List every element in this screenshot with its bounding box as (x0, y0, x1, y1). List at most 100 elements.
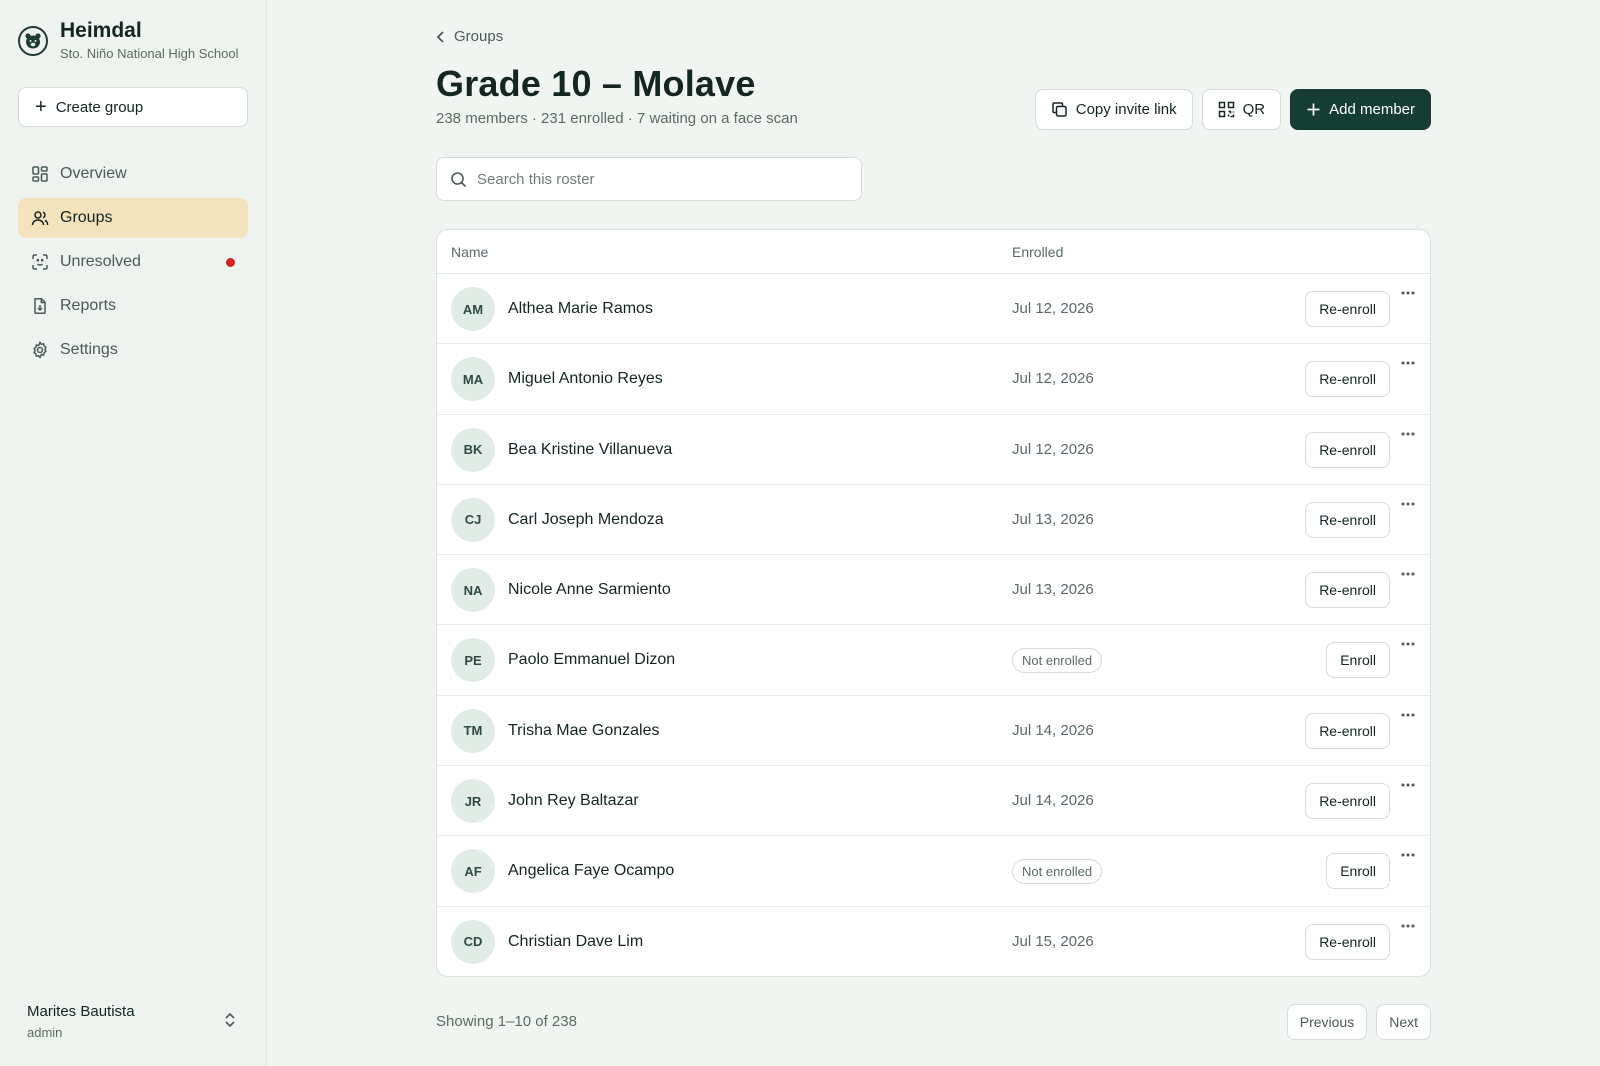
more-options-icon[interactable] (1399, 710, 1417, 720)
bear-logo-icon (18, 25, 48, 56)
plus-icon: + (35, 96, 47, 118)
users-icon (31, 211, 49, 226)
table-row[interactable]: PE Paolo Emmanuel Dizon Not enrolled Enr… (437, 625, 1430, 696)
member-name: Trisha Mae Gonzales (508, 721, 660, 739)
plus-icon (1307, 103, 1320, 116)
enrolled-date: Jul 13, 2026 (1012, 510, 1094, 528)
next-page-button[interactable]: Next (1376, 1004, 1431, 1040)
search-box[interactable] (436, 157, 862, 201)
re-enroll-button[interactable]: Re-enroll (1305, 923, 1390, 960)
enroll-button[interactable]: Enroll (1326, 853, 1390, 890)
search-icon (451, 171, 467, 187)
chevron-left-icon (436, 30, 444, 43)
re-enroll-button[interactable]: Re-enroll (1305, 783, 1390, 820)
re-enroll-button[interactable]: Re-enroll (1305, 501, 1390, 538)
avatar: AF (451, 849, 495, 894)
header-actions: Copy invite link QR Add member (1026, 89, 1431, 130)
more-options-icon[interactable] (1399, 780, 1417, 790)
face-scan-icon (32, 254, 48, 270)
re-enroll-button[interactable]: Re-enroll (1305, 572, 1390, 609)
create-group-label: Create group (55, 98, 144, 116)
previous-page-button[interactable]: Previous (1286, 1004, 1368, 1040)
user-name: Marites Bautista (27, 1003, 135, 1020)
more-options-icon[interactable] (1399, 921, 1417, 931)
column-header-name: Name (451, 244, 489, 260)
alert-dot (226, 258, 235, 267)
more-options-icon[interactable] (1399, 499, 1417, 509)
sidebar-item-overview[interactable]: Overview (18, 154, 248, 194)
sidebar-item-groups[interactable]: Groups (18, 198, 248, 238)
table-header: Name Enrolled (437, 230, 1430, 274)
table-row[interactable]: CD Christian Dave Lim Jul 15, 2026 Re-en… (437, 907, 1430, 976)
table-row[interactable]: MA Miguel Antonio Reyes Jul 12, 2026 Re-… (437, 344, 1430, 415)
more-options-icon[interactable] (1399, 429, 1417, 439)
chevron-up-down-icon[interactable] (223, 1011, 237, 1029)
table-row[interactable]: AM Althea Marie Ramos Jul 12, 2026 Re-en… (437, 274, 1430, 345)
avatar: CD (451, 919, 495, 964)
member-name: Paolo Emmanuel Dizon (508, 651, 676, 669)
more-options-icon[interactable] (1399, 288, 1417, 298)
re-enroll-button[interactable]: Re-enroll (1305, 431, 1390, 468)
sidebar-item-settings[interactable]: Settings (18, 330, 248, 370)
re-enroll-button[interactable]: Re-enroll (1305, 291, 1390, 327)
avatar: NA (451, 568, 495, 613)
avatar: PE (451, 638, 495, 683)
enrolled-date: Jul 14, 2026 (1012, 721, 1094, 739)
avatar: CJ (451, 497, 495, 542)
sidebar-item-label: Settings (60, 341, 118, 358)
avatar: MA (451, 357, 495, 402)
enrolled-date: Jul 13, 2026 (1012, 581, 1094, 599)
sidebar: Heimdal Sto. Niño National High School +… (0, 0, 267, 1066)
copy-invite-link-label: Copy invite link (1075, 101, 1177, 118)
member-name: John Rey Baltazar (508, 792, 639, 810)
add-member-button[interactable]: Add member (1290, 89, 1431, 130)
report-icon (34, 298, 46, 315)
copy-invite-link-button[interactable]: Copy invite link (1034, 89, 1193, 130)
table-row[interactable]: AF Angelica Faye Ocampo Not enrolled Enr… (437, 836, 1430, 907)
re-enroll-button[interactable]: Re-enroll (1305, 361, 1390, 398)
breadcrumb-label: Groups (454, 28, 504, 45)
breadcrumb-back-link[interactable]: Groups (436, 28, 503, 45)
member-name: Althea Marie Ramos (508, 300, 653, 317)
table-row[interactable]: CJ Carl Joseph Mendoza Jul 13, 2026 Re-e… (437, 485, 1430, 556)
table-body: AM Althea Marie Ramos Jul 12, 2026 Re-en… (437, 274, 1430, 976)
more-options-icon[interactable] (1399, 850, 1417, 860)
sidebar-item-label: Overview (60, 165, 127, 182)
sidebar-item-reports[interactable]: Reports (18, 286, 248, 326)
brand: Heimdal Sto. Niño National High School (18, 20, 239, 61)
qr-code-icon (1218, 101, 1234, 118)
avatar: AM (451, 287, 495, 331)
not-enrolled-badge: Not enrolled (1012, 648, 1103, 674)
gear-icon (33, 341, 47, 359)
create-group-button[interactable]: + Create group (18, 87, 248, 127)
avatar: JR (451, 779, 495, 824)
table-row[interactable]: BK Bea Kristine Villanueva Jul 12, 2026 … (437, 415, 1430, 485)
sidebar-nav: Overview Groups Unresolved Reports Setti… (18, 154, 248, 374)
enrolled-date: Jul 12, 2026 (1012, 440, 1094, 458)
table-row[interactable]: NA Nicole Anne Sarmiento Jul 13, 2026 Re… (437, 555, 1430, 626)
search-input[interactable] (477, 170, 837, 188)
pagination: Previous Next (1278, 1004, 1431, 1040)
copy-icon (1051, 102, 1067, 117)
more-options-icon[interactable] (1399, 569, 1417, 579)
enrolled-date: Jul 12, 2026 (1012, 370, 1094, 388)
member-name: Carl Joseph Mendoza (508, 510, 664, 528)
enrolled-date: Jul 12, 2026 (1012, 300, 1094, 317)
school-name: Sto. Niño National High School (60, 46, 239, 61)
roster-table: Name Enrolled AM Althea Marie Ramos Jul … (436, 229, 1431, 977)
member-name: Christian Dave Lim (508, 932, 644, 950)
enrolled-date: Jul 14, 2026 (1012, 792, 1094, 810)
re-enroll-button[interactable]: Re-enroll (1305, 712, 1390, 749)
enroll-button[interactable]: Enroll (1326, 642, 1390, 679)
member-name: Angelica Faye Ocampo (508, 862, 675, 880)
sidebar-item-unresolved[interactable]: Unresolved (18, 242, 248, 282)
app-name: Heimdal (60, 19, 142, 42)
enrolled-date: Jul 15, 2026 (1012, 932, 1094, 950)
qr-label: QR (1242, 101, 1266, 118)
user-menu[interactable]: Marites Bautista admin (27, 1003, 237, 1040)
qr-button[interactable]: QR (1201, 89, 1282, 130)
more-options-icon[interactable] (1399, 358, 1417, 368)
table-row[interactable]: JR John Rey Baltazar Jul 14, 2026 Re-enr… (437, 766, 1430, 837)
more-options-icon[interactable] (1399, 639, 1417, 649)
table-row[interactable]: TM Trisha Mae Gonzales Jul 14, 2026 Re-e… (437, 696, 1430, 767)
